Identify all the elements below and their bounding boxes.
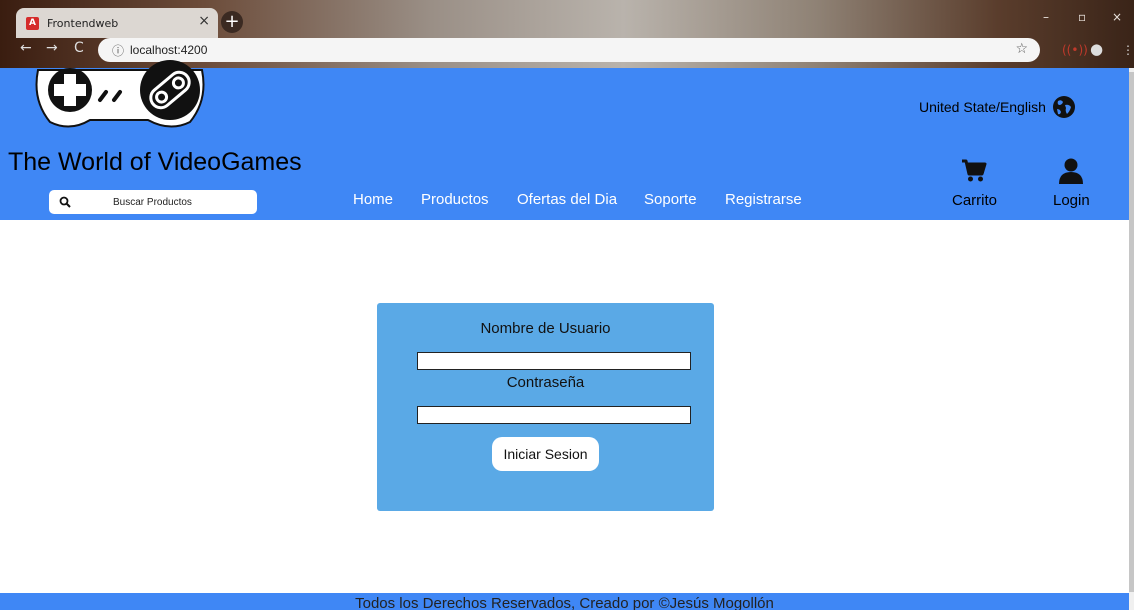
login-link[interactable]: Login: [1053, 192, 1090, 209]
site-header: The World of VideoGames United State/Eng…: [0, 60, 1129, 220]
nav-soporte[interactable]: Soporte: [644, 191, 697, 208]
search-box[interactable]: [49, 190, 257, 214]
tab-title: Frontendweb: [47, 16, 119, 30]
password-field[interactable]: [417, 406, 691, 424]
info-icon[interactable]: ⓘ: [112, 42, 124, 59]
back-icon[interactable]: ←: [20, 40, 32, 56]
forward-icon[interactable]: →: [46, 40, 58, 56]
extension-icon[interactable]: ((•)): [1062, 43, 1088, 57]
angular-favicon-icon: A: [26, 16, 39, 30]
cart-icon[interactable]: [961, 159, 987, 183]
globe-icon[interactable]: [1052, 95, 1076, 119]
nav-productos[interactable]: Productos: [421, 191, 489, 208]
nav-home[interactable]: Home: [353, 191, 393, 208]
profile-icon[interactable]: ●: [1090, 40, 1103, 58]
nav-registrarse[interactable]: Registrarse: [725, 191, 802, 208]
tab-close-icon[interactable]: ×: [198, 13, 210, 29]
page-scrollbar[interactable]: [1129, 68, 1134, 610]
footer-text: Todos los Derechos Reservados, Creado po…: [355, 595, 774, 610]
search-input[interactable]: [113, 196, 253, 208]
menu-icon[interactable]: ⋮: [1122, 43, 1134, 57]
nav-ofertas-del-dia[interactable]: Ofertas del Dia: [517, 191, 617, 208]
search-icon[interactable]: [59, 196, 71, 208]
window-close-icon[interactable]: ×: [1112, 10, 1122, 24]
maximize-icon[interactable]: ▫: [1078, 10, 1086, 24]
login-card: Nombre de Usuario Contraseña Iniciar Ses…: [377, 303, 714, 511]
scrollbar-thumb[interactable]: [1129, 72, 1134, 592]
browser-chrome: A Frontendweb × + – ▫ × ← → C ⓘ localhos…: [0, 0, 1134, 68]
language-selector[interactable]: United State/English: [919, 95, 1076, 119]
site-title: The World of VideoGames: [8, 148, 302, 176]
language-label[interactable]: United State/English: [919, 99, 1046, 115]
site-footer: Todos los Derechos Reservados, Creado po…: [0, 593, 1129, 610]
address-bar[interactable]: ⓘ localhost:4200 ☆: [98, 38, 1040, 62]
cart-label[interactable]: Carrito: [952, 192, 997, 209]
new-tab-button[interactable]: +: [221, 11, 243, 33]
controller-logo-icon[interactable]: [30, 60, 210, 136]
user-icon[interactable]: [1059, 158, 1083, 184]
minimize-icon[interactable]: –: [1043, 10, 1049, 24]
password-label: Contraseña: [506, 374, 585, 391]
browser-tab[interactable]: A Frontendweb ×: [16, 8, 218, 38]
url-text[interactable]: localhost:4200: [130, 43, 207, 57]
bookmark-star-icon[interactable]: ☆: [1015, 41, 1028, 57]
login-submit-button[interactable]: Iniciar Sesion: [492, 437, 599, 471]
reload-icon[interactable]: C: [74, 40, 84, 56]
username-field[interactable]: [417, 352, 691, 370]
username-label: Nombre de Usuario: [480, 320, 611, 337]
